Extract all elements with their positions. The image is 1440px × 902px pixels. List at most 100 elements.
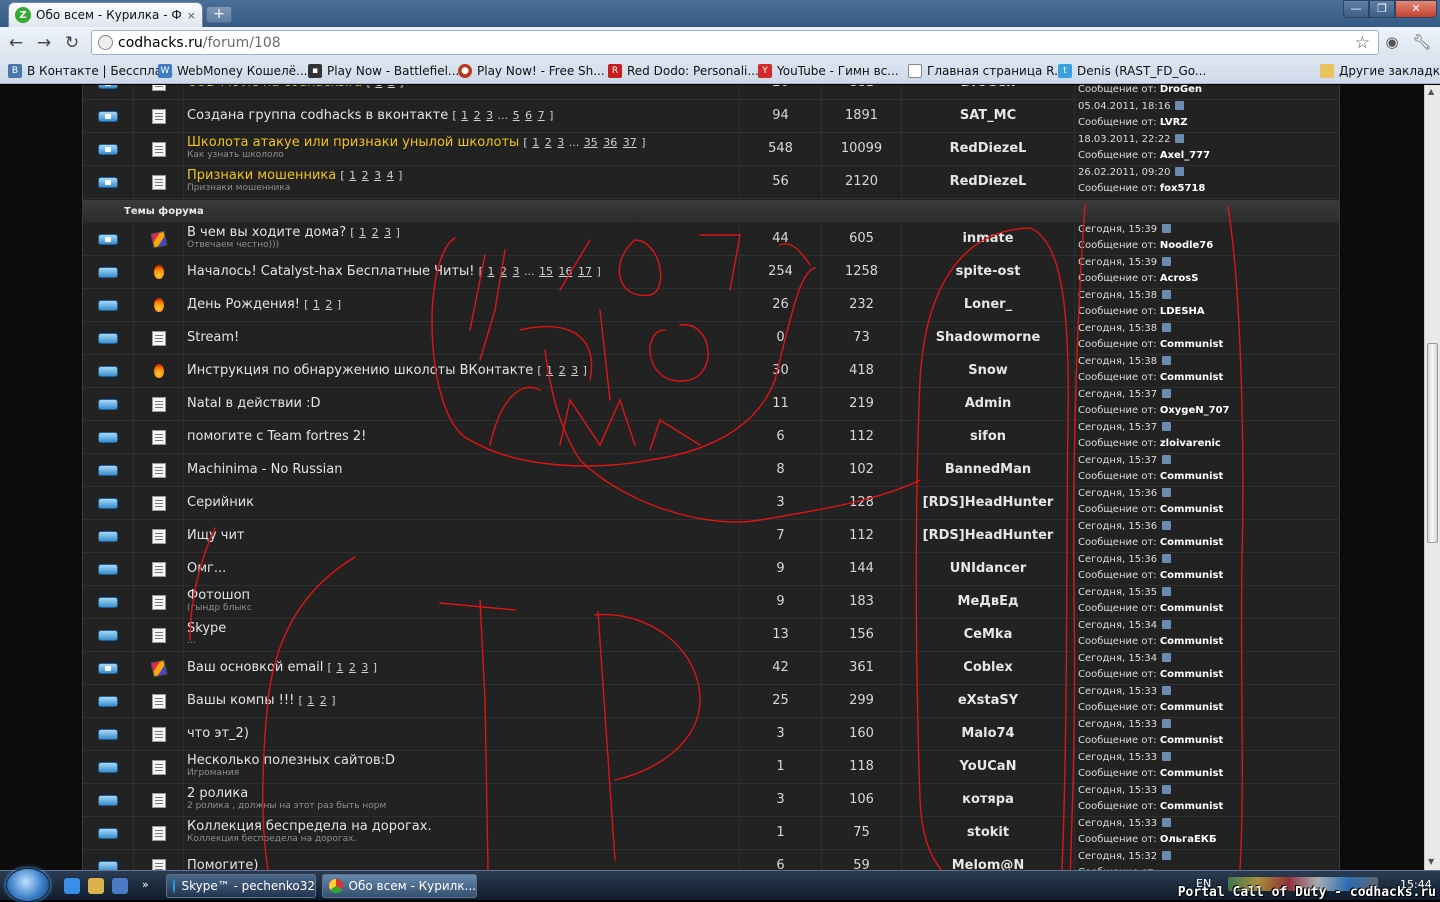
- last-post-author-link[interactable]: Communist: [1160, 801, 1223, 812]
- topic-author-link[interactable]: Coblex: [902, 652, 1075, 684]
- go-to-last-post-icon[interactable]: [1162, 356, 1172, 365]
- topic-title-link[interactable]: Началось! Catalyst-hax Бесплатные Читы!: [187, 264, 475, 279]
- topic-author-link[interactable]: RedDiezeL: [902, 166, 1075, 198]
- desktop-icon[interactable]: [112, 878, 128, 894]
- vertical-scrollbar[interactable]: ▲ ▼: [1424, 85, 1440, 870]
- topic-title-link[interactable]: помогите с Team fortres 2!: [187, 429, 366, 444]
- topic-title-link[interactable]: День Рождения!: [187, 297, 300, 312]
- topic-author-link[interactable]: DroGen: [902, 85, 1075, 99]
- bookmark-item[interactable]: ● Play Now! - Free Sh...: [458, 62, 605, 80]
- page-link[interactable]: 2: [362, 169, 369, 182]
- topic-title-link[interactable]: что эт_2): [187, 726, 249, 741]
- page-link[interactable]: 7: [538, 109, 545, 122]
- topic-title-link[interactable]: Школота атакуе или признаки унылой школо…: [187, 135, 519, 150]
- topic-author-link[interactable]: UNIdancer: [902, 553, 1075, 585]
- bookmark-item[interactable]: B В Контакте | Бесспла...: [8, 62, 174, 80]
- page-link[interactable]: 2: [559, 364, 566, 377]
- new-tab-button[interactable]: +: [206, 6, 232, 23]
- go-to-last-post-icon[interactable]: [1162, 653, 1172, 662]
- close-button[interactable]: ✕: [1395, 0, 1437, 18]
- bookmark-item[interactable]: t Denis (RAST_FD_Go...: [1058, 62, 1206, 80]
- bookmark-item[interactable]: W WebMoney Кошелё...: [158, 62, 307, 80]
- last-post-author-link[interactable]: LDESHA: [1160, 306, 1205, 317]
- topic-title-link[interactable]: COD Movie на codhacks.ru: [187, 85, 362, 90]
- taskbar-item-skype[interactable]: Skype™ - pechenko32: [166, 874, 316, 898]
- maximize-button[interactable]: ❐: [1369, 0, 1395, 18]
- topic-title-link[interactable]: Серийник: [187, 495, 254, 510]
- topic-author-link[interactable]: Snow: [902, 355, 1075, 387]
- page-link[interactable]: 5: [513, 109, 520, 122]
- topic-author-link[interactable]: inmate: [902, 223, 1075, 255]
- last-post-author-link[interactable]: Communist: [1160, 372, 1223, 383]
- page-link[interactable]: 1: [461, 109, 468, 122]
- page-link[interactable]: 2: [349, 661, 356, 674]
- last-post-author-link[interactable]: AcrosS: [1160, 273, 1199, 284]
- last-post-author-link[interactable]: Communist: [1160, 702, 1223, 713]
- go-to-last-post-icon[interactable]: [1162, 620, 1172, 629]
- topic-author-link[interactable]: CeMka: [902, 619, 1075, 651]
- go-to-last-post-icon[interactable]: [1162, 257, 1172, 266]
- topic-author-link[interactable]: МеДвЕд: [902, 586, 1075, 618]
- topic-author-link[interactable]: spite-ost: [902, 256, 1075, 288]
- page-link[interactable]: 2: [325, 298, 332, 311]
- page-link[interactable]: 36: [603, 136, 617, 149]
- last-post-author-link[interactable]: Communist: [1160, 669, 1223, 680]
- bookmark-item[interactable]: Главная страница R...: [908, 62, 1066, 80]
- minimize-button[interactable]: —: [1343, 0, 1369, 18]
- topic-author-link[interactable]: [RDS]HeadHunter: [902, 520, 1075, 552]
- page-link[interactable]: 1: [336, 661, 343, 674]
- page-link[interactable]: 2: [474, 109, 481, 122]
- topic-author-link[interactable]: Admin: [902, 388, 1075, 420]
- go-to-last-post-icon[interactable]: [1162, 224, 1172, 233]
- last-post-author-link[interactable]: Communist: [1160, 504, 1223, 515]
- scroll-up-icon[interactable]: ▲: [1428, 87, 1434, 96]
- page-link[interactable]: 3: [512, 265, 519, 278]
- extension-icon[interactable]: ◉: [1382, 33, 1402, 53]
- topic-title-link[interactable]: Помогите): [187, 858, 258, 870]
- go-to-last-post-icon[interactable]: [1162, 752, 1172, 761]
- bookmark-item[interactable]: R Red Dodo: Personali...: [608, 62, 759, 80]
- page-link[interactable]: 15: [539, 265, 553, 278]
- go-to-last-post-icon[interactable]: [1162, 455, 1172, 464]
- page-link[interactable]: 1: [359, 226, 366, 239]
- forward-icon[interactable]: →: [33, 32, 55, 54]
- page-link[interactable]: 3: [571, 364, 578, 377]
- page-link[interactable]: 4: [387, 169, 394, 182]
- taskbar-item-chrome[interactable]: Обо всем - Курилк...: [322, 874, 477, 898]
- last-post-author-link[interactable]: Communist: [1160, 570, 1223, 581]
- topic-title-link[interactable]: Признаки мошенника: [187, 168, 336, 183]
- page-link[interactable]: 2: [372, 226, 379, 239]
- other-bookmarks[interactable]: Другие закладки: [1320, 62, 1440, 80]
- topic-title-link[interactable]: Skype: [187, 621, 226, 636]
- go-to-last-post-icon[interactable]: [1162, 818, 1172, 827]
- page-link[interactable]: 17: [578, 265, 592, 278]
- reload-icon[interactable]: ↻: [61, 32, 83, 54]
- last-post-author-link[interactable]: Communist: [1160, 471, 1223, 482]
- page-link[interactable]: 35: [584, 136, 598, 149]
- topic-title-link[interactable]: Ищу чит: [187, 528, 245, 543]
- tab-close-icon[interactable]: ×: [187, 9, 196, 22]
- page-link[interactable]: 3: [384, 226, 391, 239]
- go-to-last-post-icon[interactable]: [1175, 134, 1185, 143]
- last-post-author-link[interactable]: Communist: [1160, 339, 1223, 350]
- page-link[interactable]: 1: [546, 364, 553, 377]
- page-link[interactable]: 3: [486, 109, 493, 122]
- page-link[interactable]: 1: [313, 298, 320, 311]
- topic-title-link[interactable]: Вашы компы !!!: [187, 693, 294, 708]
- topic-title-link[interactable]: Инструкция по обнаружению школоты ВКонта…: [187, 363, 533, 378]
- scroll-thumb[interactable]: [1427, 343, 1438, 543]
- topic-author-link[interactable]: stokit: [902, 817, 1075, 849]
- page-link[interactable]: 1: [307, 694, 314, 707]
- page-link[interactable]: 2: [320, 694, 327, 707]
- topic-author-link[interactable]: RedDiezeL: [902, 133, 1075, 165]
- topic-title-link[interactable]: Создана группа codhacks в вконтакте: [187, 108, 448, 123]
- page-link[interactable]: 6: [525, 109, 532, 122]
- page-link[interactable]: 3: [361, 661, 368, 674]
- topic-author-link[interactable]: котяра: [902, 784, 1075, 816]
- last-post-author-link[interactable]: Communist: [1160, 735, 1223, 746]
- topic-author-link[interactable]: eXstaSY: [902, 685, 1075, 717]
- page-link[interactable]: 37: [623, 136, 637, 149]
- topic-title-link[interactable]: 2 ролика: [187, 786, 248, 801]
- last-post-author-link[interactable]: Communist: [1160, 768, 1223, 779]
- go-to-last-post-icon[interactable]: [1162, 488, 1172, 497]
